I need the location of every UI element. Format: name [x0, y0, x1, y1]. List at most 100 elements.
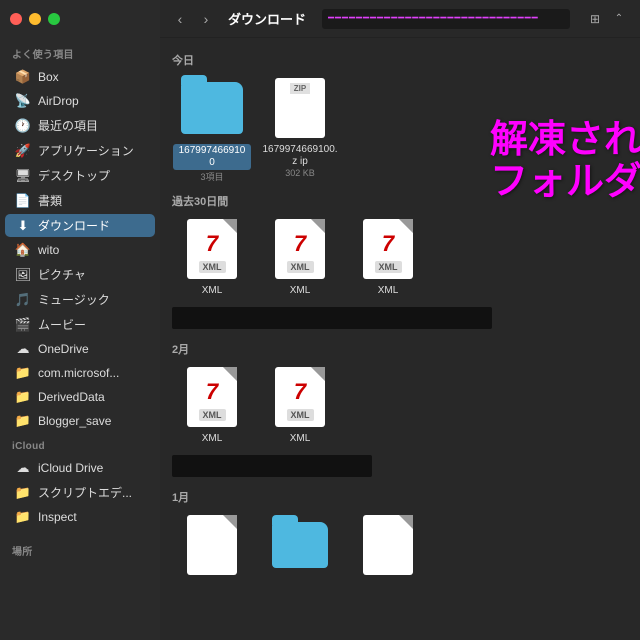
- files-grid-last30: 7 XML XML 7 XML XML: [172, 217, 628, 297]
- xml2-file-icon: 7 XML: [275, 219, 325, 279]
- sidebar-label-script-editor: スクリプトエデ...: [38, 484, 132, 501]
- file-item-jan1[interactable]: [172, 513, 252, 581]
- sidebar-label-blogger-save: Blogger_save: [38, 414, 111, 428]
- sidebar-item-desktop[interactable]: 🖥 デスクトップ: [5, 164, 155, 187]
- inspect-icon: 📁: [15, 509, 31, 525]
- com-microsoft-icon: 📁: [15, 365, 31, 381]
- path-bar-text: ━━━━━━━━━━━━━━━━━━━━━━━━━━━━━━: [328, 13, 539, 24]
- sidebar-item-movies[interactable]: 🎬 ムービー: [5, 313, 155, 336]
- file-item-jan2[interactable]: [260, 513, 340, 581]
- sidebar-item-wito[interactable]: 🏠 wito: [5, 239, 155, 261]
- redacted-bar-last30: [172, 307, 492, 329]
- content-area[interactable]: 今日 1679974669100 3項目 ZIP 1679974669100.z…: [160, 38, 640, 640]
- files-grid-february: 7 XML XML 7 XML XML: [172, 365, 628, 445]
- sidebar-label-onedrive: OneDrive: [38, 342, 89, 356]
- xml2-name: XML: [290, 285, 311, 297]
- chevron-button[interactable]: ⌃: [608, 8, 630, 30]
- sidebar-item-recents[interactable]: 🕐 最近の項目: [5, 114, 155, 137]
- section-header-last30: 過去30日間: [172, 193, 628, 209]
- close-button[interactable]: [10, 13, 22, 25]
- path-bar: ━━━━━━━━━━━━━━━━━━━━━━━━━━━━━━: [322, 9, 570, 29]
- sidebar-item-onedrive[interactable]: ☁ OneDrive: [5, 338, 155, 360]
- section-header-today: 今日: [172, 52, 628, 68]
- xml1-icon-wrapper: 7 XML: [180, 217, 244, 281]
- script-editor-icon: 📁: [15, 485, 31, 501]
- zip-meta: 302 KB: [285, 168, 315, 178]
- folder-name: 1679974669100: [173, 144, 251, 170]
- section-header-january: 1月: [172, 489, 628, 505]
- sidebar-item-deriveddata[interactable]: 📁 DerivedData: [5, 386, 155, 408]
- xml3-dog-ear: [399, 219, 413, 233]
- xml1-dog-ear: [223, 219, 237, 233]
- xml4-name: XML: [202, 433, 223, 445]
- main-content: 解凍された フォルダ ‹ › ダウンロード ━━━━━━━━━━━━━━━━━━…: [160, 0, 640, 640]
- xml4-file-icon: 7 XML: [187, 367, 237, 427]
- xml3-label: XML: [375, 261, 402, 273]
- xml3-file-icon: 7 XML: [363, 219, 413, 279]
- file-item-xml3[interactable]: 7 XML XML: [348, 217, 428, 297]
- xml2-icon-wrapper: 7 XML: [268, 217, 332, 281]
- maximize-button[interactable]: [48, 13, 60, 25]
- xml1-label: XML: [199, 261, 226, 273]
- jan2-icon-wrapper: [268, 513, 332, 577]
- sidebar-label-music: ミュージック: [38, 291, 110, 308]
- documents-icon: 📄: [15, 193, 31, 209]
- section-header-february: 2月: [172, 341, 628, 357]
- folder-icon: [181, 82, 243, 134]
- xml3-number: 7: [382, 231, 394, 257]
- sidebar-item-blogger-save[interactable]: 📁 Blogger_save: [5, 410, 155, 432]
- xml5-label: XML: [287, 409, 314, 421]
- sidebar-label-desktop: デスクトップ: [38, 167, 110, 184]
- jan3-icon-wrapper: [356, 513, 420, 577]
- xml5-number: 7: [294, 379, 306, 405]
- zip-icon-wrapper: ZIP: [268, 76, 332, 140]
- xml5-icon-wrapper: 7 XML: [268, 365, 332, 429]
- view-controls: ⊞ ⌃: [584, 8, 630, 30]
- forward-button[interactable]: ›: [196, 9, 216, 29]
- minimize-button[interactable]: [29, 13, 41, 25]
- sidebar-label-downloads: ダウンロード: [38, 217, 110, 234]
- xml2-label: XML: [287, 261, 314, 273]
- sidebar-item-music[interactable]: 🎵 ミュージック: [5, 288, 155, 311]
- file-item-xml5[interactable]: 7 XML XML: [260, 365, 340, 445]
- sidebar-item-icloud-drive[interactable]: ☁ iCloud Drive: [5, 457, 155, 479]
- sidebar-item-documents[interactable]: 📄 書類: [5, 189, 155, 212]
- sidebar-item-pictures[interactable]: 🖼 ピクチャ: [5, 263, 155, 286]
- xml4-number: 7: [206, 379, 218, 405]
- airdrop-icon: 📡: [15, 93, 31, 109]
- sidebar-item-com-microsoft[interactable]: 📁 com.microsof...: [5, 362, 155, 384]
- onedrive-icon: ☁: [15, 341, 31, 357]
- files-grid-january: [172, 513, 628, 581]
- sidebar-item-script-editor[interactable]: 📁 スクリプトエデ...: [5, 481, 155, 504]
- sidebar-label-box: Box: [38, 70, 59, 84]
- sidebar-item-box[interactable]: 📦 Box: [5, 66, 155, 88]
- window-title: ダウンロード: [228, 9, 306, 28]
- music-icon: 🎵: [15, 292, 31, 308]
- blogger-save-icon: 📁: [15, 413, 31, 429]
- file-item-xml4[interactable]: 7 XML XML: [172, 365, 252, 445]
- wito-icon: 🏠: [15, 242, 31, 258]
- redacted-bar-february: [172, 455, 372, 477]
- deriveddata-icon: 📁: [15, 389, 31, 405]
- file-item-xml1[interactable]: 7 XML XML: [172, 217, 252, 297]
- applications-icon: 🚀: [15, 143, 31, 159]
- file-item-jan3[interactable]: [348, 513, 428, 581]
- sidebar-label-documents: 書類: [38, 192, 62, 209]
- sidebar-item-downloads[interactable]: ⬇ ダウンロード: [5, 214, 155, 237]
- sidebar-item-airdrop[interactable]: 📡 AirDrop: [5, 90, 155, 112]
- sidebar-item-applications[interactable]: 🚀 アプリケーション: [5, 139, 155, 162]
- downloads-icon: ⬇: [15, 218, 31, 234]
- sidebar-label-deriveddata: DerivedData: [38, 390, 105, 404]
- xml5-name: XML: [290, 433, 311, 445]
- sidebar-label-airdrop: AirDrop: [38, 94, 79, 108]
- box-icon: 📦: [15, 69, 31, 85]
- xml2-dog-ear: [311, 219, 325, 233]
- sidebar-label-inspect: Inspect: [38, 510, 77, 524]
- sidebar-item-inspect[interactable]: 📁 Inspect: [5, 506, 155, 528]
- file-item-xml2[interactable]: 7 XML XML: [260, 217, 340, 297]
- file-item-zip[interactable]: ZIP 1679974669100.z ip 302 KB: [260, 76, 340, 183]
- file-item-folder[interactable]: 1679974669100 3項目: [172, 76, 252, 183]
- icloud-drive-icon: ☁: [15, 460, 31, 476]
- grid-view-button[interactable]: ⊞: [584, 8, 606, 30]
- back-button[interactable]: ‹: [170, 9, 190, 29]
